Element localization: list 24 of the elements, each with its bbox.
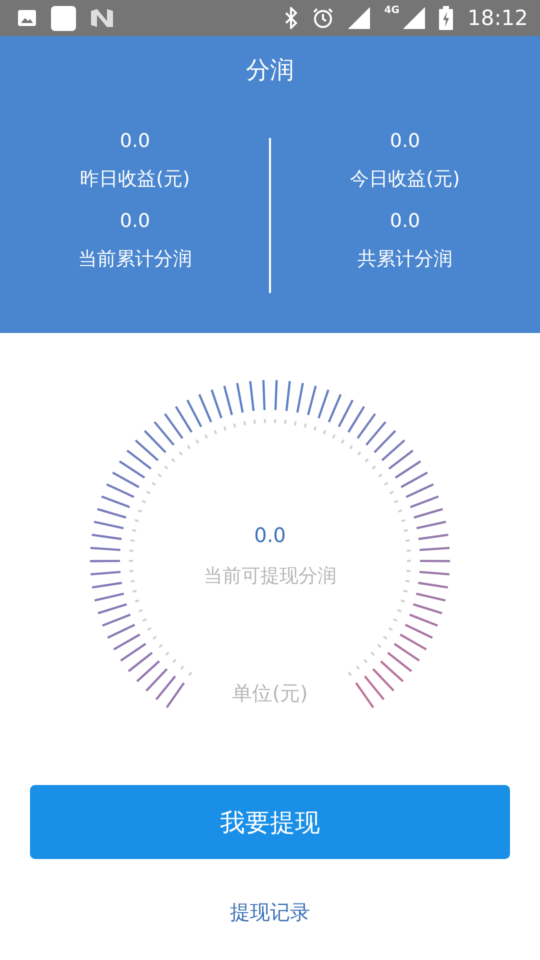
square-icon — [51, 6, 76, 30]
stat-value: 0.0 — [120, 130, 150, 152]
stat-value: 0.0 — [120, 210, 150, 232]
balance-label: 当前可提现分润 — [204, 564, 336, 589]
stat-label: 昨日收益(元) — [80, 167, 190, 192]
alarm-icon — [312, 7, 334, 29]
withdraw-button[interactable]: 我要提现 — [30, 785, 510, 859]
signal-icon — [348, 7, 370, 29]
stat-label: 今日收益(元) — [350, 167, 460, 192]
image-icon — [17, 9, 37, 27]
records-link[interactable]: 提现记录 — [230, 899, 310, 926]
bluetooth-icon — [284, 7, 298, 29]
stat-value: 0.0 — [390, 210, 420, 232]
n-logo-icon — [90, 7, 114, 29]
stat-label: 共累计分润 — [358, 247, 452, 272]
clock-time: 18:12 — [467, 6, 528, 30]
page-title: 分润 — [246, 55, 294, 86]
stat-label: 当前累计分润 — [78, 247, 192, 272]
signal-icon — [403, 7, 426, 29]
unit-label: 单位(元) — [231, 680, 309, 707]
balance-value: 0.0 — [254, 523, 286, 547]
battery-charging-icon — [439, 6, 454, 30]
network-label: 4G — [384, 5, 400, 16]
stat-value: 0.0 — [390, 130, 420, 152]
